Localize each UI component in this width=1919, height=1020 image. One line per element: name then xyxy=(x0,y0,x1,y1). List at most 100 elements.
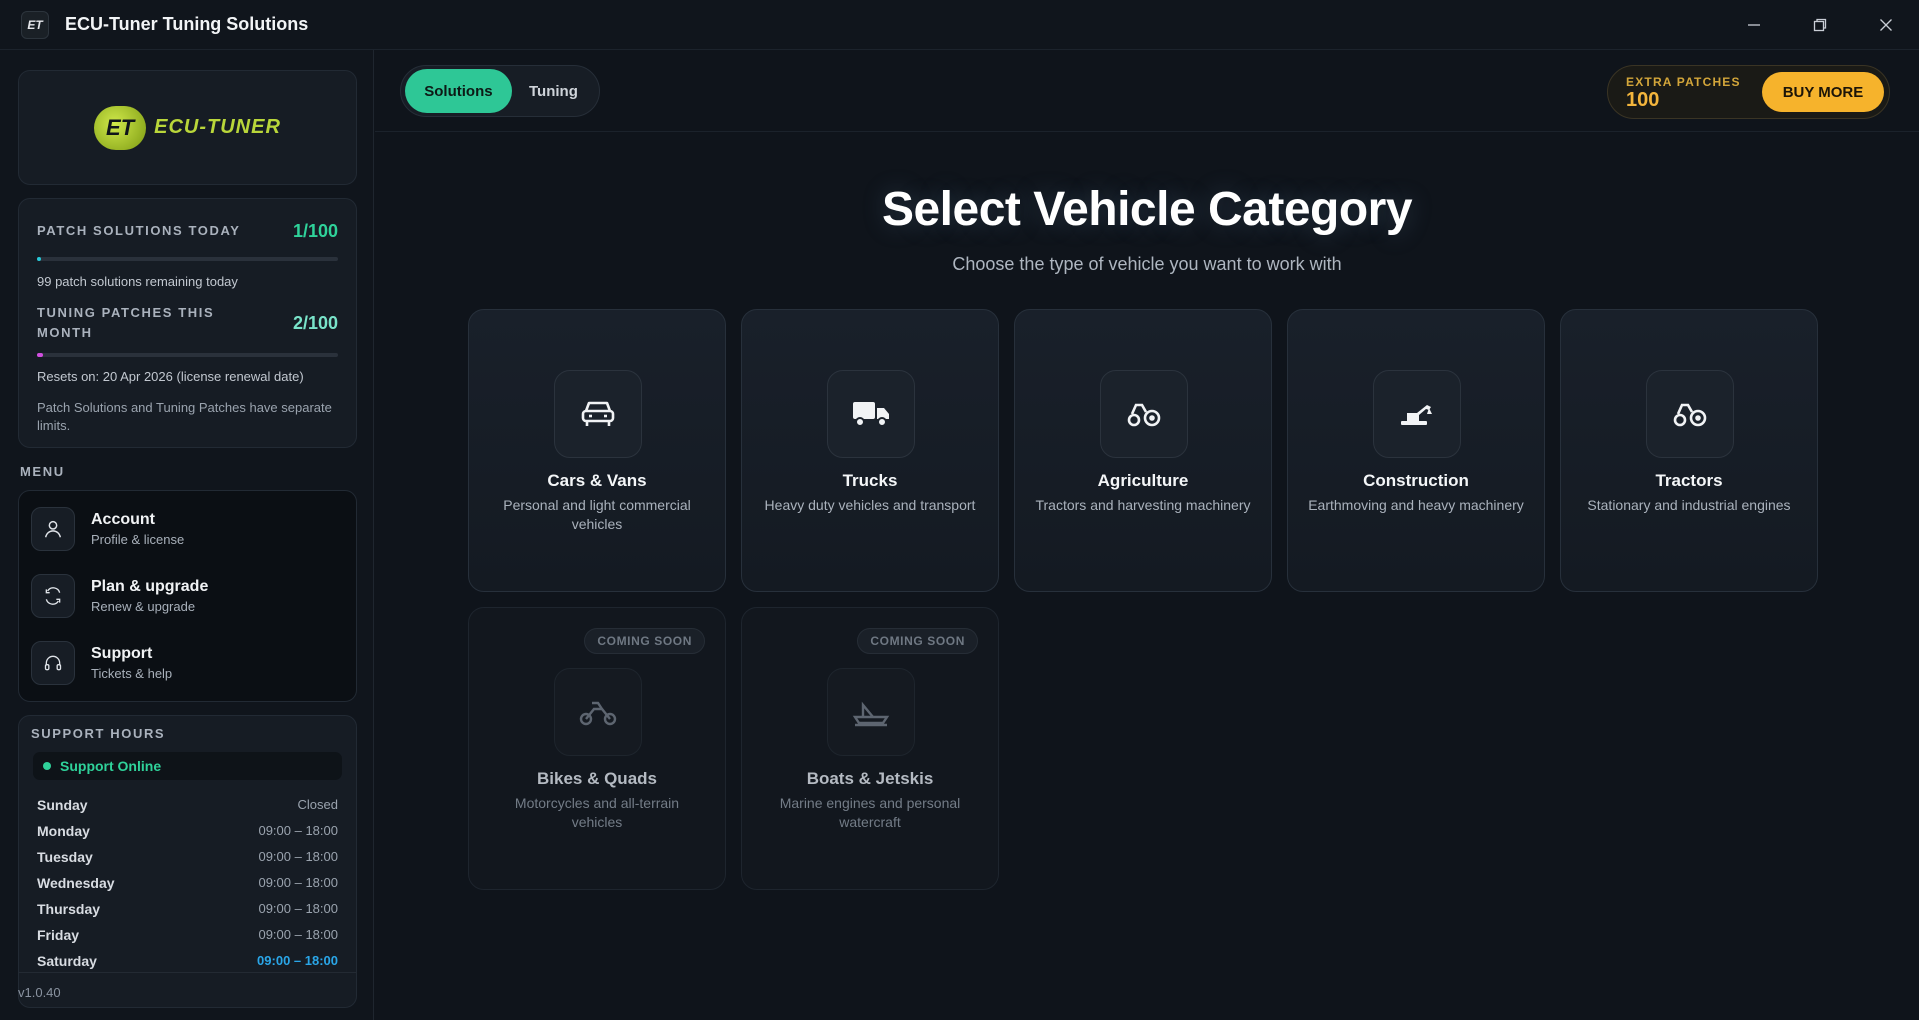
hours-row: Wednesday 09:00 – 18:00 xyxy=(37,875,338,891)
patch-usage-row: PATCH SOLUTIONS TODAY 1/100 xyxy=(37,221,338,242)
category-card-construction[interactable]: Construction Earthmoving and heavy machi… xyxy=(1287,309,1545,592)
tab-solutions[interactable]: Solutions xyxy=(405,69,512,113)
boat-icon xyxy=(827,668,915,756)
category-description: Stationary and industrial engines xyxy=(1587,497,1791,513)
restore-button[interactable] xyxy=(1787,0,1853,50)
window-title: ECU-Tuner Tuning Solutions xyxy=(65,14,309,34)
close-button[interactable] xyxy=(1853,0,1919,50)
brand-logo-text: ECU-TUNER xyxy=(154,116,281,138)
support-hours-card[interactable]: SUPPORT HOURS Support Online Sunday Close… xyxy=(18,715,357,1008)
minimize-icon xyxy=(1748,24,1760,26)
menu-item-title: Account xyxy=(91,511,155,528)
hours-day: Wednesday xyxy=(37,875,115,891)
hours-time: 09:00 – 18:00 xyxy=(258,823,338,838)
menu-item-subtitle: Tickets & help xyxy=(91,666,173,681)
brand-logo-mark: ET xyxy=(94,105,147,150)
category-title: Tractors xyxy=(1655,471,1723,490)
category-card-cars-vans[interactable]: Cars & Vans Personal and light commercia… xyxy=(468,309,726,592)
title-bar: ET ECU-Tuner Tuning Solutions xyxy=(0,0,1919,50)
category-title: Trucks xyxy=(842,471,898,490)
category-title: Cars & Vans xyxy=(547,471,647,490)
status-dot-icon xyxy=(43,762,51,770)
usage-card: PATCH SOLUTIONS TODAY 1/100 99 patch sol… xyxy=(18,198,357,448)
minimize-button[interactable] xyxy=(1721,0,1787,50)
coming-soon-badge: COMING SOON xyxy=(584,628,705,654)
tuning-usage-bar xyxy=(37,353,338,357)
menu-item-account[interactable]: Account Profile & license xyxy=(31,503,344,555)
extra-patches-label: EXTRA PATCHES xyxy=(1626,75,1741,89)
support-status-text: Support Online xyxy=(60,758,162,774)
menu-item-subtitle: Profile & license xyxy=(91,532,185,547)
truck-icon xyxy=(827,370,915,458)
category-description: Heavy duty vehicles and transport xyxy=(764,497,976,513)
patch-remaining-note: 99 patch solutions remaining today xyxy=(37,274,238,289)
category-title: Bikes & Quads xyxy=(537,769,657,788)
extra-patches-count: 100 xyxy=(1626,89,1660,111)
patch-usage-value: 1/100 xyxy=(292,221,338,241)
hours-time: 09:00 – 18:00 xyxy=(258,875,338,890)
reset-note: Resets on: 20 Apr 2026 (license renewal … xyxy=(37,369,304,384)
restore-icon xyxy=(1813,18,1827,32)
support-status-badge: Support Online xyxy=(33,752,342,780)
top-bar: Solutions Tuning EXTRA PATCHES 100 BUY M… xyxy=(375,50,1919,132)
category-description: Tractors and harvesting machinery xyxy=(1035,497,1251,513)
hours-time: 09:00 – 18:00 xyxy=(258,901,338,916)
tab-tuning[interactable]: Tuning xyxy=(512,69,595,113)
main-content: Solutions Tuning EXTRA PATCHES 100 BUY M… xyxy=(375,50,1919,1020)
mode-switch: Solutions Tuning xyxy=(400,65,600,117)
motorbike-icon xyxy=(554,668,642,756)
hours-row: Friday 09:00 – 18:00 xyxy=(37,927,338,943)
hours-day: Thursday xyxy=(37,901,101,917)
divider xyxy=(18,972,357,973)
buy-more-button[interactable]: BUY MORE xyxy=(1762,72,1884,112)
menu-item-subtitle: Renew & upgrade xyxy=(91,599,196,614)
coming-soon-badge: COMING SOON xyxy=(857,628,978,654)
category-description: Earthmoving and heavy machinery xyxy=(1308,497,1524,513)
page-title: Select Vehicle Category xyxy=(881,183,1413,236)
category-card-trucks[interactable]: Trucks Heavy duty vehicles and transport xyxy=(741,309,999,592)
category-description: Motorcycles and all-terrain vehicles xyxy=(514,795,680,830)
hours-day: Friday xyxy=(37,927,80,943)
hours-day: Tuesday xyxy=(37,849,93,865)
brand-logo: ET ECU-TUNER xyxy=(94,105,281,150)
app-logo-icon: ET xyxy=(21,10,49,39)
category-card-bikes-quads: COMING SOON Bikes & Quads Motorcycles an… xyxy=(468,607,726,890)
patch-usage-bar xyxy=(37,257,338,261)
page-subtitle: Choose the type of vehicle you want to w… xyxy=(952,254,1342,274)
refresh-icon xyxy=(31,574,75,618)
menu-item-plan-upgrade[interactable]: Plan & upgrade Renew & upgrade xyxy=(31,570,344,622)
hours-row: Tuesday 09:00 – 18:00 xyxy=(37,849,338,865)
tractor-icon xyxy=(1100,370,1188,458)
app-version: v1.0.40 xyxy=(18,985,61,1000)
hours-time: 09:00 – 18:00 xyxy=(258,927,338,942)
category-title: Boats & Jetskis xyxy=(806,769,934,788)
hours-row: Monday 09:00 – 18:00 xyxy=(37,823,338,839)
hours-day: Saturday xyxy=(37,953,97,969)
user-icon xyxy=(31,507,75,551)
hours-day: Monday xyxy=(37,823,90,839)
category-title: Agriculture xyxy=(1097,471,1189,490)
category-card-agriculture[interactable]: Agriculture Tractors and harvesting mach… xyxy=(1014,309,1272,592)
hours-time: 09:00 – 18:00 xyxy=(258,849,338,864)
category-card-tractors[interactable]: Tractors Stationary and industrial engin… xyxy=(1560,309,1818,592)
hours-row-today: Saturday 09:00 – 18:00 xyxy=(37,953,338,969)
extra-patches-widget: EXTRA PATCHES 100 BUY MORE xyxy=(1607,65,1890,119)
brand-logo-card: ET ECU-TUNER xyxy=(18,70,357,185)
excavator-icon xyxy=(1373,370,1461,458)
category-card-boats-jetskis: COMING SOON Boats & Jetskis Marine engin… xyxy=(741,607,999,890)
close-icon xyxy=(1880,19,1892,31)
hours-time: Closed xyxy=(297,797,338,812)
tuning-usage-value: 2/100 xyxy=(292,313,338,333)
menu-item-title: Plan & upgrade xyxy=(91,578,209,595)
tuning-usage-label: TUNING PATCHES THIS MONTH xyxy=(37,305,215,340)
patch-usage-bar-fill xyxy=(37,257,41,261)
limits-note: Patch Solutions and Tuning Patches have … xyxy=(37,400,332,433)
menu-item-support[interactable]: Support Tickets & help xyxy=(31,637,344,689)
tractor-icon xyxy=(1646,370,1734,458)
menu-item-title: Support xyxy=(91,645,153,662)
window-controls xyxy=(1721,0,1919,50)
hours-row: Thursday 09:00 – 18:00 xyxy=(37,901,338,917)
category-description: Personal and light commercial vehicles xyxy=(503,497,691,532)
headset-icon xyxy=(31,641,75,685)
hours-day: Sunday xyxy=(37,797,88,813)
